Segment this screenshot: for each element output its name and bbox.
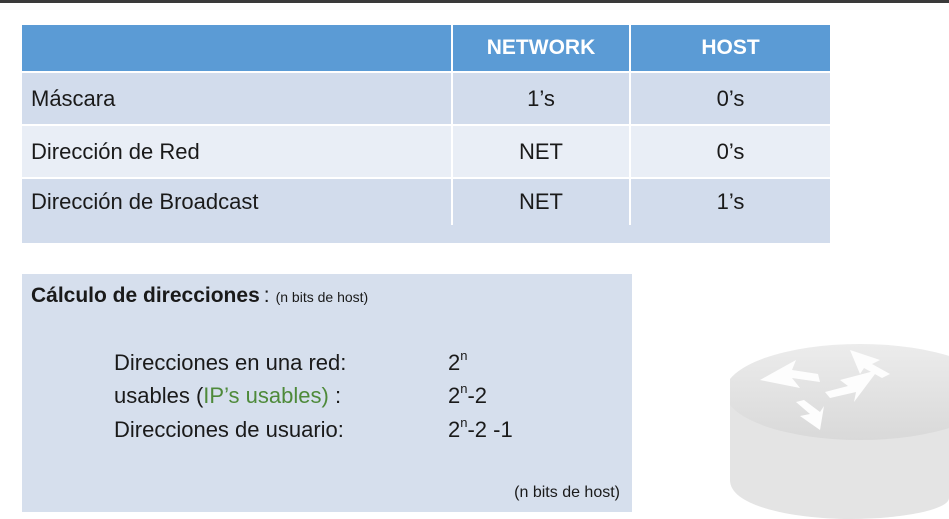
calc-value-total: 2n [448, 348, 468, 376]
calc-value-user: 2n-2 -1 [448, 415, 513, 443]
calc-exponent: n [460, 381, 468, 396]
calc-line-text: usables ( [114, 383, 204, 408]
row-network: NET [453, 179, 631, 225]
address-calculation-box: Cálculo de direcciones: (n bits de host) … [22, 274, 632, 512]
row-network: 1’s [453, 73, 631, 124]
calc-base: 2 [448, 350, 461, 375]
calc-suffix: -2 [467, 383, 488, 408]
calc-base: 2 [448, 417, 461, 442]
calc-exponent: n [460, 415, 468, 430]
calc-base: 2 [448, 383, 461, 408]
top-border [0, 0, 949, 3]
router-icon [730, 344, 949, 519]
calc-footnote: (n bits de host) [514, 484, 620, 501]
address-table: NETWORK HOST Máscara 1’s 0’s Dirección d… [22, 25, 830, 243]
row-label: Dirección de Red [22, 126, 453, 177]
calc-line-total: Direcciones en una red: [114, 350, 346, 376]
row-label: Máscara [22, 73, 453, 124]
header-cell-empty [22, 25, 453, 71]
row-network: NET [453, 126, 631, 177]
row-label: Dirección de Broadcast [22, 179, 453, 225]
row-host: 0’s [716, 138, 745, 164]
calc-line-post: : [328, 383, 342, 408]
row-host: 0’s [716, 85, 745, 111]
calc-line-usable: usables (IP’s usables) : [114, 383, 341, 409]
calc-line-text: Direcciones de usuario: [114, 417, 344, 442]
table-row: Dirección de Red NET 0’s [22, 124, 830, 177]
table-row: Máscara 1’s 0’s [22, 71, 830, 124]
calc-exponent: n [460, 348, 468, 363]
calc-title: Cálculo de direcciones: (n bits de host) [31, 284, 368, 308]
header-cell-network: NETWORK [453, 25, 631, 71]
calc-suffix: -2 -1 [467, 417, 513, 442]
table-row: Dirección de Broadcast NET 1’s [22, 177, 830, 243]
calc-value-usable: 2n-2 [448, 381, 488, 409]
calc-title-colon: : [263, 284, 270, 307]
calc-line-green: IP’s usables) [203, 383, 329, 408]
calc-title-note: (n bits de host) [275, 289, 369, 305]
calc-title-text: Cálculo de direcciones [31, 284, 260, 307]
calc-line-text: Direcciones en una red: [114, 350, 347, 375]
row-host: 1’s [716, 189, 745, 214]
calc-line-user: Direcciones de usuario: [114, 417, 344, 443]
table-header-row: NETWORK HOST [22, 25, 830, 71]
header-cell-host: HOST [701, 36, 760, 59]
